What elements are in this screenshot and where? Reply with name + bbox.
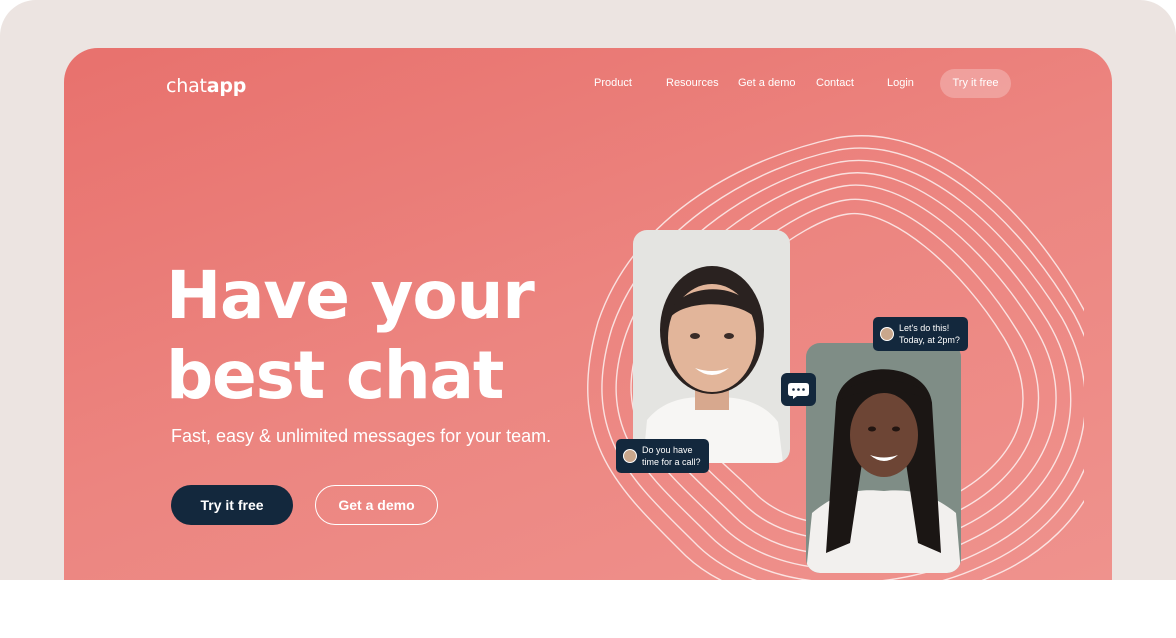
chat-bubble-icon — [781, 373, 816, 406]
message-bottom-line1: Do you have — [642, 445, 693, 455]
message-top-line2: Today, at 2pm? — [899, 335, 960, 345]
nav-contact[interactable]: Contact — [816, 77, 854, 89]
logo-text-light: chat — [166, 75, 207, 97]
nav-get-a-demo[interactable]: Get a demo — [738, 77, 795, 89]
message-bottom-line2: time for a call? — [642, 457, 701, 467]
message-bubble-bottom: Do you have time for a call? — [616, 439, 709, 473]
avatar — [880, 327, 894, 341]
try-free-button[interactable]: Try it free — [171, 485, 293, 525]
hero-section: chatapp Product Resources Get a demo Con… — [64, 48, 1112, 580]
logo[interactable]: chatapp — [166, 75, 246, 97]
nav-product[interactable]: Product — [594, 77, 632, 89]
nav-resources[interactable]: Resources — [666, 77, 719, 89]
woman-photo-1 — [633, 230, 790, 463]
logo-text-bold: app — [206, 75, 247, 97]
headline-line2: best chat — [166, 337, 504, 414]
nav-login[interactable]: Login — [887, 77, 914, 89]
nav-try-free-button[interactable]: Try it free — [940, 69, 1011, 98]
get-demo-button[interactable]: Get a demo — [315, 485, 438, 525]
page-title: Have your best chat — [166, 256, 535, 416]
hero-subtitle: Fast, easy & unlimited messages for your… — [171, 426, 552, 446]
avatar — [623, 449, 637, 463]
headline-line1: Have your — [166, 257, 535, 334]
woman-photo-2 — [806, 343, 961, 573]
message-bubble-top: Let's do this! Today, at 2pm? — [873, 317, 968, 351]
message-top-line1: Let's do this! — [899, 323, 950, 333]
